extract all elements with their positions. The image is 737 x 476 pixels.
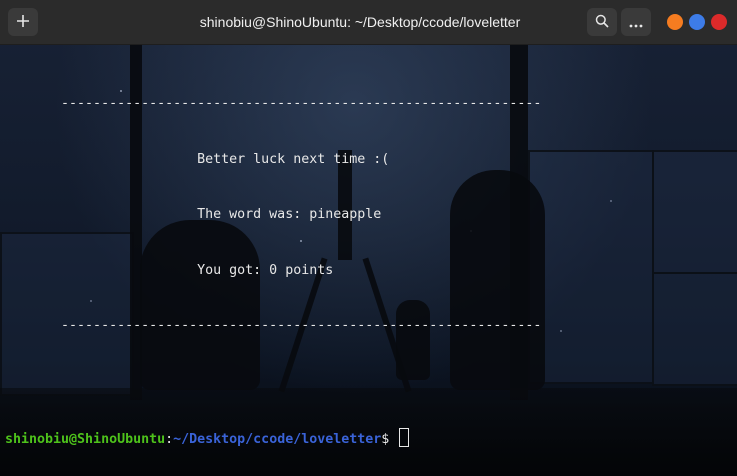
title-bar: shinobiu@ShinoUbuntu: ~/Desktop/ccode/lo… [0,0,737,45]
text-cursor [399,428,410,447]
plus-icon [16,13,30,32]
prompt-user-host: shinobiu@ShinoUbuntu [5,432,166,447]
close-button[interactable] [711,14,727,30]
divider-line: ----------------------------------------… [5,96,542,111]
window-title: shinobiu@ShinoUbuntu: ~/Desktop/ccode/lo… [199,14,521,30]
search-icon [595,13,609,32]
word-reveal: The word was: pineapple [5,207,382,222]
terminal-output[interactable]: ----------------------------------------… [5,58,732,468]
menu-icon [629,13,643,32]
divider-line: ----------------------------------------… [5,318,542,333]
prompt-separator: : [165,432,174,447]
maximize-button[interactable] [689,14,705,30]
new-tab-button[interactable] [8,8,38,36]
prompt-path: ~/Desktop/ccode/loveletter [173,432,382,447]
score-line: You got: 0 points [5,262,334,278]
menu-button[interactable] [621,8,651,36]
minimize-button[interactable] [667,14,683,30]
shell-prompt: shinobiu@ShinoUbuntu:~/Desktop/ccode/lov… [5,428,732,447]
prompt-symbol: $ [381,432,398,447]
result-message: Better luck next time :( [5,151,390,167]
terminal-window: shinobiu@ShinoUbuntu: ~/Desktop/ccode/lo… [0,0,737,476]
search-button[interactable] [587,8,617,36]
